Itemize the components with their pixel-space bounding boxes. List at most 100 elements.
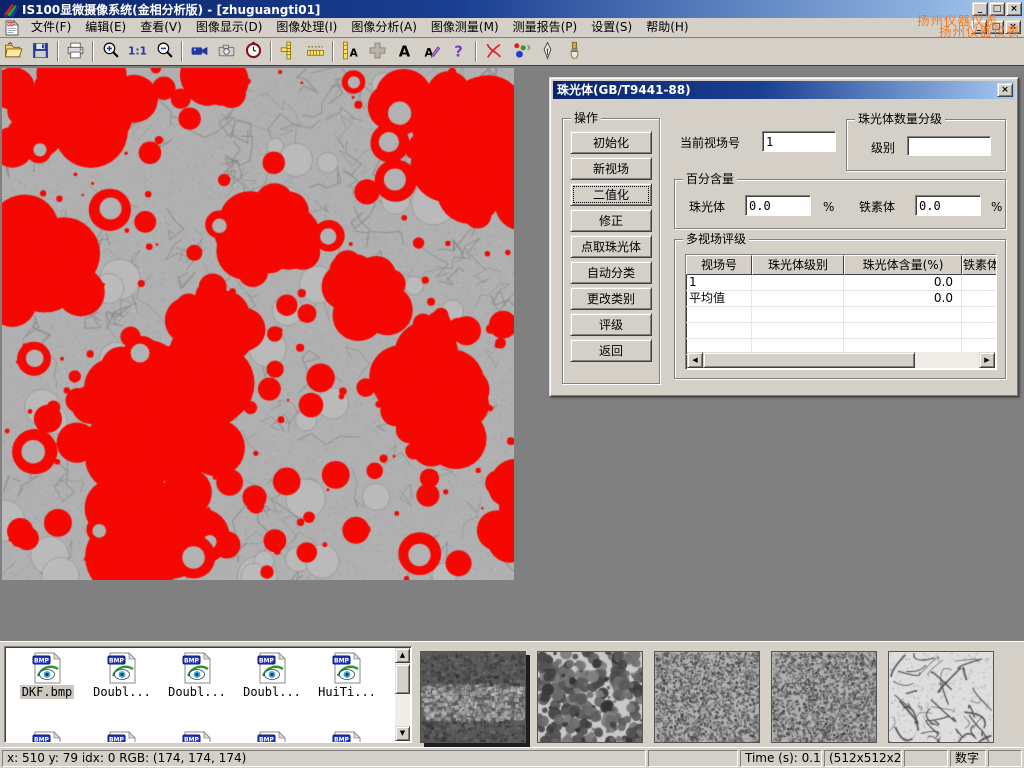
toolbar-timer-button[interactable] <box>241 39 266 65</box>
thumbnail-3[interactable] <box>654 651 760 743</box>
menu-help[interactable]: 帮助(H) <box>639 20 695 34</box>
op-button-评级[interactable]: 评级 <box>570 313 652 336</box>
file-item[interactable]: BMPDKF.bmp <box>11 652 83 699</box>
toolbar-caliper-button[interactable] <box>276 39 301 65</box>
op-button-初始化[interactable]: 初始化 <box>570 131 652 154</box>
toolbar-measure-label-button[interactable]: A <box>338 39 363 65</box>
pearlite-label: 珠光体 <box>689 199 725 215</box>
mdi-restore-icon[interactable]: □ <box>988 20 1004 34</box>
window-minimize-icon[interactable]: _ <box>972 2 988 16</box>
multifield-table[interactable]: 视场号珠光体级别珠光体含量(%)铁素体 10.0平均值0.0 ◀ ▶ <box>685 254 997 370</box>
table-horizontal-scrollbar[interactable]: ◀ ▶ <box>687 352 995 368</box>
scrollbar-thumb[interactable] <box>703 352 915 368</box>
file-item[interactable]: BMP <box>11 731 83 743</box>
toolbar-ruler-button[interactable] <box>303 39 328 65</box>
op-button-二值化[interactable]: 二值化 <box>570 183 652 206</box>
scroll-left-icon[interactable]: ◀ <box>687 352 703 368</box>
bmp-file-icon: BMP <box>86 731 158 743</box>
ferrite-input[interactable] <box>915 195 981 216</box>
toolbar-print-button[interactable] <box>63 39 88 65</box>
grading-group-label: 珠光体数量分级 <box>855 112 945 126</box>
table-row[interactable]: 平均值0.0 <box>686 291 996 307</box>
window-maximize-icon[interactable]: □ <box>989 2 1005 16</box>
file-item[interactable]: BMP <box>161 731 233 743</box>
toolbar-video-capture-button[interactable] <box>187 39 212 65</box>
table-row[interactable] <box>686 323 996 339</box>
window-title: IS100显微摄像系统(金相分析版) - [zhuguangti01] <box>22 1 320 18</box>
menu-image-measure[interactable]: 图像测量(M) <box>424 20 506 34</box>
file-item[interactable]: BMPDoubl... <box>161 652 233 699</box>
file-list-scrollbar[interactable]: ▲ ▼ <box>395 648 410 741</box>
dialog-close-button[interactable]: × <box>997 83 1013 97</box>
toolbar-merge-button[interactable] <box>365 39 390 65</box>
op-button-新视场[interactable]: 新视场 <box>570 157 652 180</box>
doc-file-icon[interactable]: DOC <box>4 20 20 36</box>
thumbnail-4[interactable] <box>771 651 877 743</box>
file-name: DKF.bmp <box>20 685 75 699</box>
toolbar-save-button[interactable] <box>28 39 53 65</box>
toolbar-text-button[interactable]: A <box>392 39 417 65</box>
dialog-title-bar[interactable]: 珠光体(GB/T9441-88) × <box>553 81 1015 99</box>
toolbar-actual-size-button[interactable]: 1:1 <box>125 39 150 65</box>
toolbar-classify-button[interactable]: 3 <box>508 39 533 65</box>
scroll-down-icon[interactable]: ▼ <box>395 726 410 741</box>
mdi-minimize-icon[interactable]: _ <box>971 20 987 34</box>
svg-text:DOC: DOC <box>6 22 14 26</box>
menu-measure-report[interactable]: 测量报告(P) <box>506 20 585 34</box>
svg-text:BMP: BMP <box>259 657 275 664</box>
toolbar-zoom-out-button[interactable] <box>152 39 177 65</box>
file-item[interactable]: BMPHuiTi... <box>311 652 383 699</box>
op-button-更改类别[interactable]: 更改类别 <box>570 287 652 310</box>
toolbar-zoom-in-button[interactable] <box>98 39 123 65</box>
toolbar-pen-button[interactable] <box>535 39 560 65</box>
file-item[interactable]: BMP <box>311 731 383 743</box>
scrollbar-thumb[interactable] <box>395 664 410 694</box>
toolbar-help-button[interactable]: ? <box>446 39 471 65</box>
menu-file[interactable]: 文件(F) <box>24 20 78 34</box>
processing-time-readout: Time (s): 0.113 <box>740 750 822 767</box>
toolbar-curve-button[interactable] <box>481 39 506 65</box>
op-button-返回[interactable]: 返回 <box>570 339 652 362</box>
table-body[interactable]: 10.0平均值0.0 <box>686 275 996 355</box>
file-item[interactable]: BMPDoubl... <box>86 652 158 699</box>
pearlite-input[interactable] <box>745 195 811 216</box>
toolbar-snapshot-button[interactable] <box>214 39 239 65</box>
bmp-file-icon: BMP <box>11 731 83 743</box>
table-column-header: 珠光体含量(%) <box>844 255 962 275</box>
file-list[interactable]: ▲ ▼ BMPDKF.bmpBMPDoubl...BMPDoubl...BMPD… <box>4 646 412 743</box>
file-item[interactable]: BMPDoubl... <box>236 652 308 699</box>
table-row[interactable] <box>686 307 996 323</box>
op-button-点取珠光体[interactable]: 点取珠光体 <box>570 235 652 258</box>
op-button-修正[interactable]: 修正 <box>570 209 652 232</box>
menu-edit[interactable]: 编辑(E) <box>78 20 133 34</box>
level-input[interactable] <box>907 136 991 156</box>
thumbnail-1[interactable] <box>420 651 526 743</box>
table-row[interactable]: 10.0 <box>686 275 996 291</box>
scroll-right-icon[interactable]: ▶ <box>979 352 995 368</box>
mdi-close-icon[interactable]: × <box>1005 20 1021 34</box>
toolbar-annotate-button[interactable]: A <box>419 39 444 65</box>
svg-text:3: 3 <box>527 45 530 51</box>
thumbnail-5[interactable] <box>888 651 994 743</box>
menu-image-process[interactable]: 图像处理(I) <box>269 20 344 34</box>
toolbar-brush-button[interactable] <box>562 39 587 65</box>
current-field-input[interactable] <box>762 131 836 152</box>
thumbnail-2[interactable] <box>537 651 643 743</box>
file-item[interactable]: BMP <box>86 731 158 743</box>
metallographic-image[interactable] <box>2 68 514 580</box>
table-cell <box>752 275 844 290</box>
pearlite-percent-sign: % <box>823 199 834 215</box>
menu-image-display[interactable]: 图像显示(D) <box>189 20 270 34</box>
bmp-file-icon: BMP <box>311 731 383 743</box>
toolbar-open-button[interactable] <box>1 39 26 65</box>
op-button-自动分类[interactable]: 自动分类 <box>570 261 652 284</box>
menu-settings[interactable]: 设置(S) <box>584 20 639 34</box>
menu-view[interactable]: 查看(V) <box>133 20 189 34</box>
ferrite-label: 铁素体 <box>859 199 895 215</box>
status-bar: x: 510 y: 79 idx: 0 RGB: (174, 174, 174)… <box>0 747 1024 768</box>
menu-image-analysis[interactable]: 图像分析(A) <box>344 20 424 34</box>
scroll-up-icon[interactable]: ▲ <box>395 648 410 663</box>
file-item[interactable]: BMP <box>236 731 308 743</box>
window-close-icon[interactable]: × <box>1006 2 1022 16</box>
multifield-group: 多视场评级 视场号珠光体级别珠光体含量(%)铁素体 10.0平均值0.0 ◀ ▶ <box>674 239 1006 379</box>
